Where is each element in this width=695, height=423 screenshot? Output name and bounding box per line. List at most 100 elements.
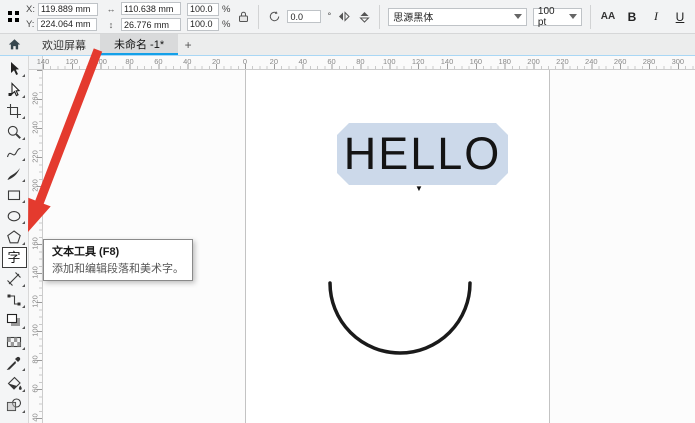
v-ruler-number: 120 [31,292,40,312]
object-height-icon: ↕ [104,18,118,32]
color-eyedropper-tool-icon [6,355,22,371]
v-ruler-number: 180 [31,205,40,225]
connector-tool-icon [6,292,22,308]
transparency-tool[interactable] [2,331,27,352]
h-ruler-number: 60 [154,57,162,66]
percent-label: % [222,19,230,30]
v-ruler-number: 220 [31,147,40,167]
scale-vertical-input[interactable] [187,18,219,31]
rectangle-tool-icon [6,187,22,203]
v-ruler-number: 100 [31,321,40,341]
h-ruler-number: 120 [412,57,425,66]
freehand-tool[interactable] [2,142,27,163]
polygon-tool-icon [6,229,22,245]
tooltip-description: 添加和编辑段落和美术字。 [52,260,184,276]
h-ruler-number: 100 [94,57,107,66]
text-tool-icon: 字 [7,251,20,264]
x-label: X: [26,4,35,15]
shape-tool-icon [6,82,22,98]
font-family-dropdown[interactable]: 思源黑体 [388,8,527,26]
x-position-input[interactable] [38,3,98,16]
drop-shadow-tool-icon [6,313,22,329]
chevron-down-icon [569,14,577,19]
h-ruler-number: 160 [470,57,483,66]
crop-tool[interactable] [2,100,27,121]
drop-shadow-tool[interactable] [2,310,27,331]
v-ruler-number: 60 [31,379,40,399]
home-button[interactable] [0,34,28,55]
h-ruler-number: 80 [356,57,364,66]
h-ruler-number: 140 [37,57,50,66]
tab-welcome-screen[interactable]: 欢迎屏幕 [28,34,100,55]
smart-fill-tool[interactable] [2,394,27,415]
h-ruler-number: 140 [441,57,454,66]
h-ruler-number: 220 [556,57,569,66]
polygon-tool[interactable] [2,226,27,247]
h-ruler-number: 280 [643,57,656,66]
character-formatting-button[interactable]: AA [599,8,617,26]
italic-button[interactable]: I [647,8,665,26]
h-ruler-number: 20 [212,57,220,66]
h-ruler-number: 300 [672,57,685,66]
v-ruler-number: 260 [31,89,40,109]
object-position-icon [6,10,20,24]
color-eyedropper-tool[interactable] [2,352,27,373]
horizontal-ruler[interactable]: 1401201008060402002040608010012014016018… [43,56,695,70]
h-ruler-number: 180 [498,57,511,66]
h-ruler-number: 20 [270,57,278,66]
zoom-tool[interactable] [2,121,27,142]
property-bar: X: Y: ↔ ↕ % % ° [0,0,695,34]
v-ruler-number: 240 [31,118,40,138]
v-ruler-number: 200 [31,176,40,196]
h-ruler-number: 120 [66,57,79,66]
h-ruler-number: 40 [183,57,191,66]
rotation-angle-input[interactable] [287,10,321,23]
v-ruler-number: 160 [31,234,40,254]
tab-document[interactable]: 未命名 -1* [100,34,178,55]
h-ruler-number: 0 [243,57,247,66]
rectangle-tool[interactable] [2,184,27,205]
new-tab-button[interactable]: + [178,34,198,55]
font-size-value: 100 pt [538,6,565,28]
text-tool-tooltip: 文本工具 (F8) 添加和编辑段落和美术字。 [43,239,193,281]
h-ruler-number: 260 [614,57,627,66]
chevron-down-icon [514,14,522,19]
degree-label: ° [327,11,331,22]
pick-tool[interactable] [2,58,27,79]
v-ruler-number: 140 [31,263,40,283]
y-position-input[interactable] [37,18,97,31]
mirror-vertical-icon[interactable] [357,10,371,24]
zoom-tool-icon [6,124,22,140]
h-ruler-number: 40 [299,57,307,66]
freehand-tool-icon [6,145,22,161]
interactive-fill-tool[interactable] [2,373,27,394]
toolbox: 字 [0,56,29,423]
h-ruler-number: 80 [125,57,133,66]
underline-button[interactable]: U [671,8,689,26]
font-size-dropdown[interactable]: 100 pt [533,8,582,26]
tooltip-title: 文本工具 (F8) [52,243,184,259]
connector-tool[interactable] [2,289,27,310]
bold-button[interactable]: B [623,8,641,26]
h-ruler-number: 100 [383,57,396,66]
lock-ratio-icon[interactable] [236,10,250,24]
dimension-tool-icon [6,271,22,287]
object-width-input[interactable] [121,2,181,15]
artistic-media-tool-icon [6,166,22,182]
separator [258,5,259,29]
artistic-media-tool[interactable] [2,163,27,184]
transparency-tool-icon [6,334,22,350]
shape-tool[interactable] [2,79,27,100]
font-family-value: 思源黑体 [393,9,433,24]
v-ruler-number: 80 [31,350,40,370]
ellipse-tool[interactable] [2,205,27,226]
object-height-input[interactable] [121,18,181,31]
object-width-icon: ↔ [104,2,118,16]
vertical-ruler[interactable]: 260240220200180160140120100806040 [29,70,43,423]
h-ruler-number: 200 [527,57,540,66]
h-ruler-number: 60 [327,57,335,66]
scale-horizontal-input[interactable] [187,3,219,16]
dimension-tool[interactable] [2,268,27,289]
text-tool[interactable]: 字 [2,247,27,268]
mirror-horizontal-icon[interactable] [337,10,351,24]
